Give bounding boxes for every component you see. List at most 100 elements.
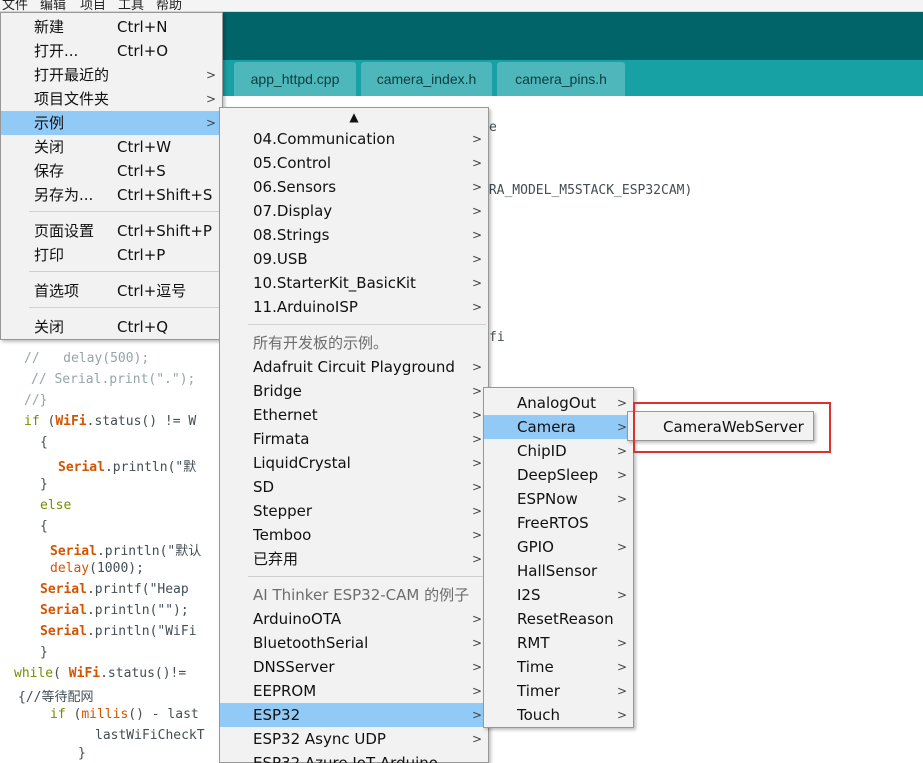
menu-separator	[248, 576, 486, 577]
file-menu-item-print[interactable]: 打印 Ctrl+P	[1, 243, 222, 267]
file-menu-item-close[interactable]: 关闭 Ctrl+W	[1, 135, 222, 159]
tab-camera-index[interactable]: camera_index.h	[361, 62, 492, 96]
chevron-right-icon: >	[471, 204, 482, 218]
examples-item[interactable]: Bridge >	[220, 379, 488, 403]
examples-item[interactable]: 10.StarterKit_BasicKit >	[220, 271, 488, 295]
chevron-right-icon: >	[471, 552, 482, 566]
code-line: }	[40, 645, 48, 660]
file-menu-item-save-as[interactable]: 另存为... Ctrl+Shift+S	[1, 183, 222, 207]
menu-edit[interactable]: 编辑	[40, 0, 66, 11]
examples-item[interactable]: DNSServer >	[220, 655, 488, 679]
code-line: while( WiFi.status()!=	[14, 666, 186, 681]
esp32-item-hallsensor[interactable]: HallSensor	[484, 559, 633, 583]
chevron-right-icon: >	[471, 156, 482, 170]
chevron-right-icon: >	[616, 492, 627, 506]
examples-item[interactable]: ArduinoOTA >	[220, 607, 488, 631]
examples-item[interactable]: 09.USB >	[220, 247, 488, 271]
menu-item-label: AnalogOut	[517, 394, 597, 412]
chevron-right-icon: >	[471, 408, 482, 422]
menu-item-label: DeepSleep	[517, 466, 599, 484]
examples-item-esp32[interactable]: ESP32 >	[220, 703, 488, 727]
examples-item[interactable]: 08.Strings >	[220, 223, 488, 247]
chevron-right-icon: >	[471, 276, 482, 290]
code-object: Serial	[50, 544, 97, 559]
code-line: // delay(500);	[24, 351, 150, 366]
menu-item-label: 新建	[34, 18, 65, 36]
esp32-item-gpio[interactable]: GPIO >	[484, 535, 633, 559]
code-text: () - last	[128, 707, 199, 722]
examples-item[interactable]: 07.Display >	[220, 199, 488, 223]
code-line: else	[40, 498, 72, 513]
chevron-right-icon: >	[471, 732, 482, 746]
esp32-item-camera[interactable]: Camera >	[484, 415, 633, 439]
menu-item-label: 07.Display	[253, 202, 333, 220]
esp32-item-timer[interactable]: Timer >	[484, 679, 633, 703]
esp32-item-freertos[interactable]: FreeRTOS	[484, 511, 633, 535]
examples-item[interactable]: Adafruit Circuit Playground >	[220, 355, 488, 379]
esp32-item-touch[interactable]: Touch >	[484, 703, 633, 727]
chevron-right-icon: >	[471, 360, 482, 374]
esp32-item-time[interactable]: Time >	[484, 655, 633, 679]
esp32-item-i2s[interactable]: I2S >	[484, 583, 633, 607]
chevron-right-icon: >	[471, 708, 482, 722]
file-menu-item-open[interactable]: 打开... Ctrl+O	[1, 39, 222, 63]
file-menu-item-examples[interactable]: 示例 >	[1, 111, 222, 135]
code-text: .status() != W	[86, 414, 197, 429]
esp32-item-resetreason[interactable]: ResetReason	[484, 607, 633, 631]
examples-item[interactable]: 06.Sensors >	[220, 175, 488, 199]
examples-item[interactable]: 11.ArduinoISP >	[220, 295, 488, 319]
chevron-right-icon: >	[471, 660, 482, 674]
examples-item[interactable]: Stepper >	[220, 499, 488, 523]
annotation-highlight-box	[633, 402, 831, 453]
menu-item-label: SD	[253, 478, 275, 496]
file-menu-item-quit[interactable]: 关闭 Ctrl+Q	[1, 315, 222, 339]
menu-item-shortcut: Ctrl+S	[117, 162, 166, 180]
menu-item-label: 关闭	[34, 138, 65, 156]
file-menu-item-save[interactable]: 保存 Ctrl+S	[1, 159, 222, 183]
chevron-right-icon: >	[616, 708, 627, 722]
menu-item-label: I2S	[517, 586, 541, 604]
code-keyword: while	[14, 666, 54, 681]
menu-item-label: Touch	[517, 706, 561, 724]
file-menu-item-open-recent[interactable]: 打开最近的 >	[1, 63, 222, 87]
menu-item-label: GPIO	[517, 538, 554, 556]
esp32-item-chipid[interactable]: ChipID >	[484, 439, 633, 463]
examples-item[interactable]: Temboo >	[220, 523, 488, 547]
examples-item[interactable]: 已弃用 >	[220, 547, 488, 571]
menu-tools[interactable]: 工具	[118, 0, 144, 11]
file-menu: 新建 Ctrl+N 打开... Ctrl+O 打开最近的 > 项目文件夹 > 示例 > 关…	[0, 12, 223, 340]
chevron-right-icon: >	[205, 92, 216, 106]
menu-item-label: 项目文件夹	[34, 90, 110, 108]
examples-item[interactable]: ESP32 Azure IoT Arduino	[220, 751, 488, 763]
tab-camera-pins[interactable]: camera_pins.h	[497, 62, 625, 96]
menu-file[interactable]: 文件	[2, 0, 28, 11]
chevron-right-icon: >	[471, 636, 482, 650]
examples-item[interactable]: 04.Communication >	[220, 127, 488, 151]
esp32-item-deepsleep[interactable]: DeepSleep >	[484, 463, 633, 487]
esp32-item-rmt[interactable]: RMT >	[484, 631, 633, 655]
menu-help[interactable]: 帮助	[156, 0, 182, 11]
code-line: if (millis() - last	[50, 707, 199, 722]
examples-item[interactable]: BluetoothSerial >	[220, 631, 488, 655]
menu-sketch[interactable]: 项目	[80, 0, 106, 11]
menu-item-label: 04.Communication	[253, 130, 396, 148]
examples-item[interactable]: ESP32 Async UDP >	[220, 727, 488, 751]
menu-item-label: Timer	[517, 682, 560, 700]
esp32-item-analogout[interactable]: AnalogOut >	[484, 391, 633, 415]
examples-item[interactable]: EEPROM >	[220, 679, 488, 703]
examples-item[interactable]: SD >	[220, 475, 488, 499]
menu-item-label: ESP32 Async UDP	[253, 730, 386, 748]
file-menu-item-page-setup[interactable]: 页面设置 Ctrl+Shift+P	[1, 219, 222, 243]
examples-item[interactable]: 05.Control >	[220, 151, 488, 175]
file-menu-item-new[interactable]: 新建 Ctrl+N	[1, 15, 222, 39]
examples-item[interactable]: Firmata >	[220, 427, 488, 451]
examples-item[interactable]: LiquidCrystal >	[220, 451, 488, 475]
file-menu-item-preferences[interactable]: 首选项 Ctrl+逗号	[1, 279, 222, 303]
file-menu-item-sketchbook[interactable]: 项目文件夹 >	[1, 87, 222, 111]
esp32-item-espnow[interactable]: ESPNow >	[484, 487, 633, 511]
tab-app-httpd[interactable]: app_httpd.cpp	[234, 62, 356, 96]
code-line: if (WiFi.status() != W	[24, 414, 196, 429]
examples-section-header: AI Thinker ESP32-CAM 的例子	[220, 583, 488, 607]
menu-item-label: 08.Strings	[253, 226, 330, 244]
examples-item[interactable]: Ethernet >	[220, 403, 488, 427]
